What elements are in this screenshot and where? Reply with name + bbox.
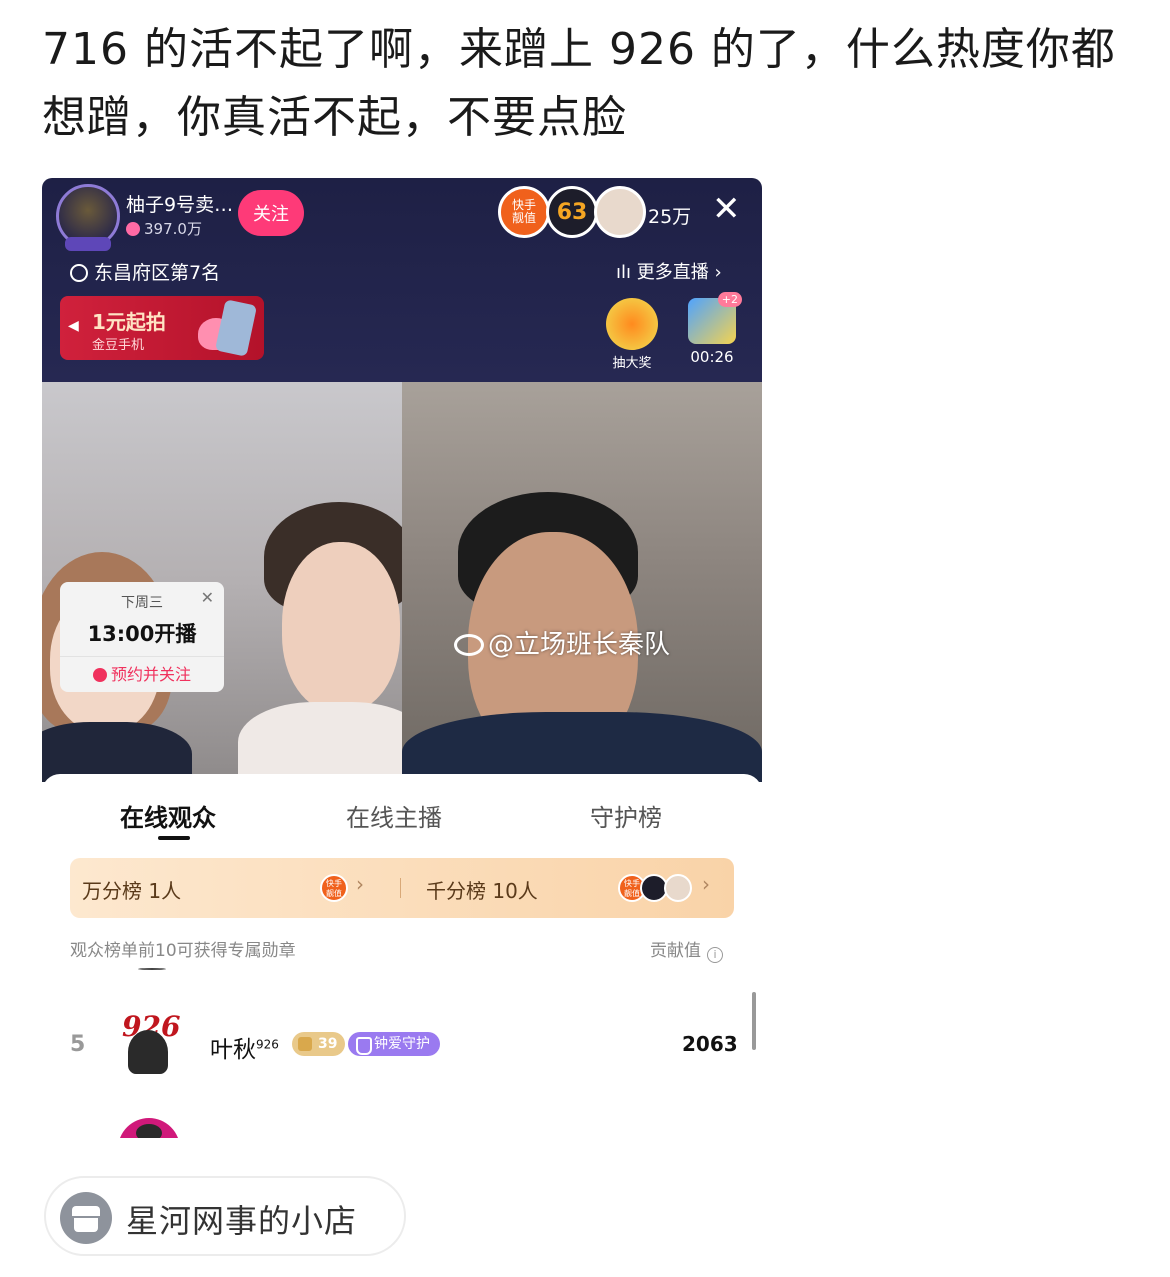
gift-box-icon: +2 [688, 292, 742, 344]
user-avatar-icon [664, 874, 692, 902]
avatar-figure [128, 1030, 168, 1074]
video-right-feed [402, 382, 762, 782]
audience-hint: 观众榜单前10可获得专属勋章 [70, 941, 296, 961]
alarm-icon [92, 668, 107, 682]
contribution-label[interactable]: 贡献值 i [650, 936, 723, 963]
shop-button[interactable]: 星河网事的小店 [44, 1176, 406, 1256]
live-header: 柚子9号卖… 397.0万 关注 快手 靓值 63 25万 ✕ 东昌府区第7名 … [42, 178, 762, 382]
kuaishou-badge-icon: 快手 靓值 [320, 874, 348, 902]
phone-icon [214, 299, 258, 357]
level-badge: 39 [292, 1032, 346, 1056]
close-icon[interactable]: ✕ [712, 192, 741, 226]
row-rank: 5 [70, 1032, 86, 1057]
district-rank[interactable]: 东昌府区第7名 [70, 258, 220, 285]
viewer-count: 25万 [648, 206, 692, 228]
close-icon[interactable]: ✕ [201, 588, 214, 607]
embedded-live-screenshot: 柚子9号卖… 397.0万 关注 快手 靓值 63 25万 ✕ 东昌府区第7名 … [42, 178, 762, 1138]
score-rank-bar: 万分榜 1人 快手 靓值 › 千分榜 10人 快手 靓值 › [70, 858, 734, 918]
user-name[interactable]: 叶秋926 [210, 1030, 279, 1064]
timer-label: 00:26 [690, 348, 734, 366]
beer-avatar[interactable]: 63 [546, 186, 598, 238]
post-text: 716 的活不起了啊，来蹭上 926 的了，什么热度你都想蹭，你真活不起，不要点… [42, 24, 1116, 143]
promo-subtitle: 金豆手机 [92, 338, 145, 353]
more-live-button[interactable]: ılı 更多直播 › [616, 258, 722, 284]
follow-button[interactable]: 关注 [238, 190, 304, 236]
tab-online-hosts[interactable]: 在线主播 [346, 798, 442, 833]
kuaishou-badge-avatar[interactable]: 快手 靓值 [498, 186, 550, 238]
rank-10k-entry[interactable]: 万分榜 1人 [82, 875, 181, 904]
count-badge: +2 [717, 292, 742, 307]
clock-icon [70, 264, 88, 282]
chevron-right-icon[interactable]: › [702, 872, 710, 896]
reserve-follow-button[interactable]: 预约并关注 [60, 656, 224, 692]
user-avatar[interactable] [594, 186, 646, 238]
schedule-day: 下周三 [121, 595, 163, 611]
avatar[interactable] [118, 1118, 180, 1138]
heart-icon [126, 222, 140, 236]
contribution-score: 2063 [682, 1032, 738, 1056]
lottery-icon [606, 298, 658, 350]
divider [400, 878, 401, 898]
host-name[interactable]: 柚子9号卖… [126, 190, 233, 217]
video-area[interactable]: 下周三 ✕ 13:00开播 预约并关注 [42, 382, 762, 782]
weibo-icon [454, 634, 484, 656]
avatar[interactable]: 926 [114, 1010, 180, 1074]
caret-left-icon: ◀ [68, 318, 79, 334]
promo-card[interactable]: ◀ 1元起拍 金豆手机 [60, 296, 264, 360]
host-avatar[interactable] [56, 184, 120, 251]
tab-underline [158, 836, 190, 840]
schedule-time: 13:00开播 [87, 622, 197, 646]
gift-timer[interactable]: +2 00:26 [682, 292, 742, 366]
weibo-watermark: @立场班长秦队 [454, 624, 670, 661]
promo-title: 1元起拍 [92, 310, 166, 334]
tab-online-audience[interactable]: 在线观众 [120, 798, 216, 833]
tab-guardian-list[interactable]: 守护榜 [590, 798, 662, 833]
lottery-button[interactable]: 抽大奖 [604, 298, 660, 371]
host-likes: 397.0万 [126, 218, 202, 239]
schedule-card[interactable]: 下周三 ✕ 13:00开播 预约并关注 [60, 582, 224, 692]
previous-row-edge [138, 968, 166, 970]
audience-panel: 在线观众 在线主播 守护榜 万分榜 1人 快手 靓值 › 千分榜 10人 快手 … [42, 774, 762, 1138]
scrollbar[interactable] [752, 992, 756, 1050]
shop-icon [60, 1192, 112, 1244]
info-icon[interactable]: i [707, 947, 723, 963]
chevron-right-icon[interactable]: › [356, 872, 364, 896]
shop-label: 星河网事的小店 [126, 1202, 358, 1240]
rank-1k-entry[interactable]: 千分榜 10人 [426, 875, 538, 904]
guardian-badge: 钟爱守护 [348, 1032, 440, 1056]
